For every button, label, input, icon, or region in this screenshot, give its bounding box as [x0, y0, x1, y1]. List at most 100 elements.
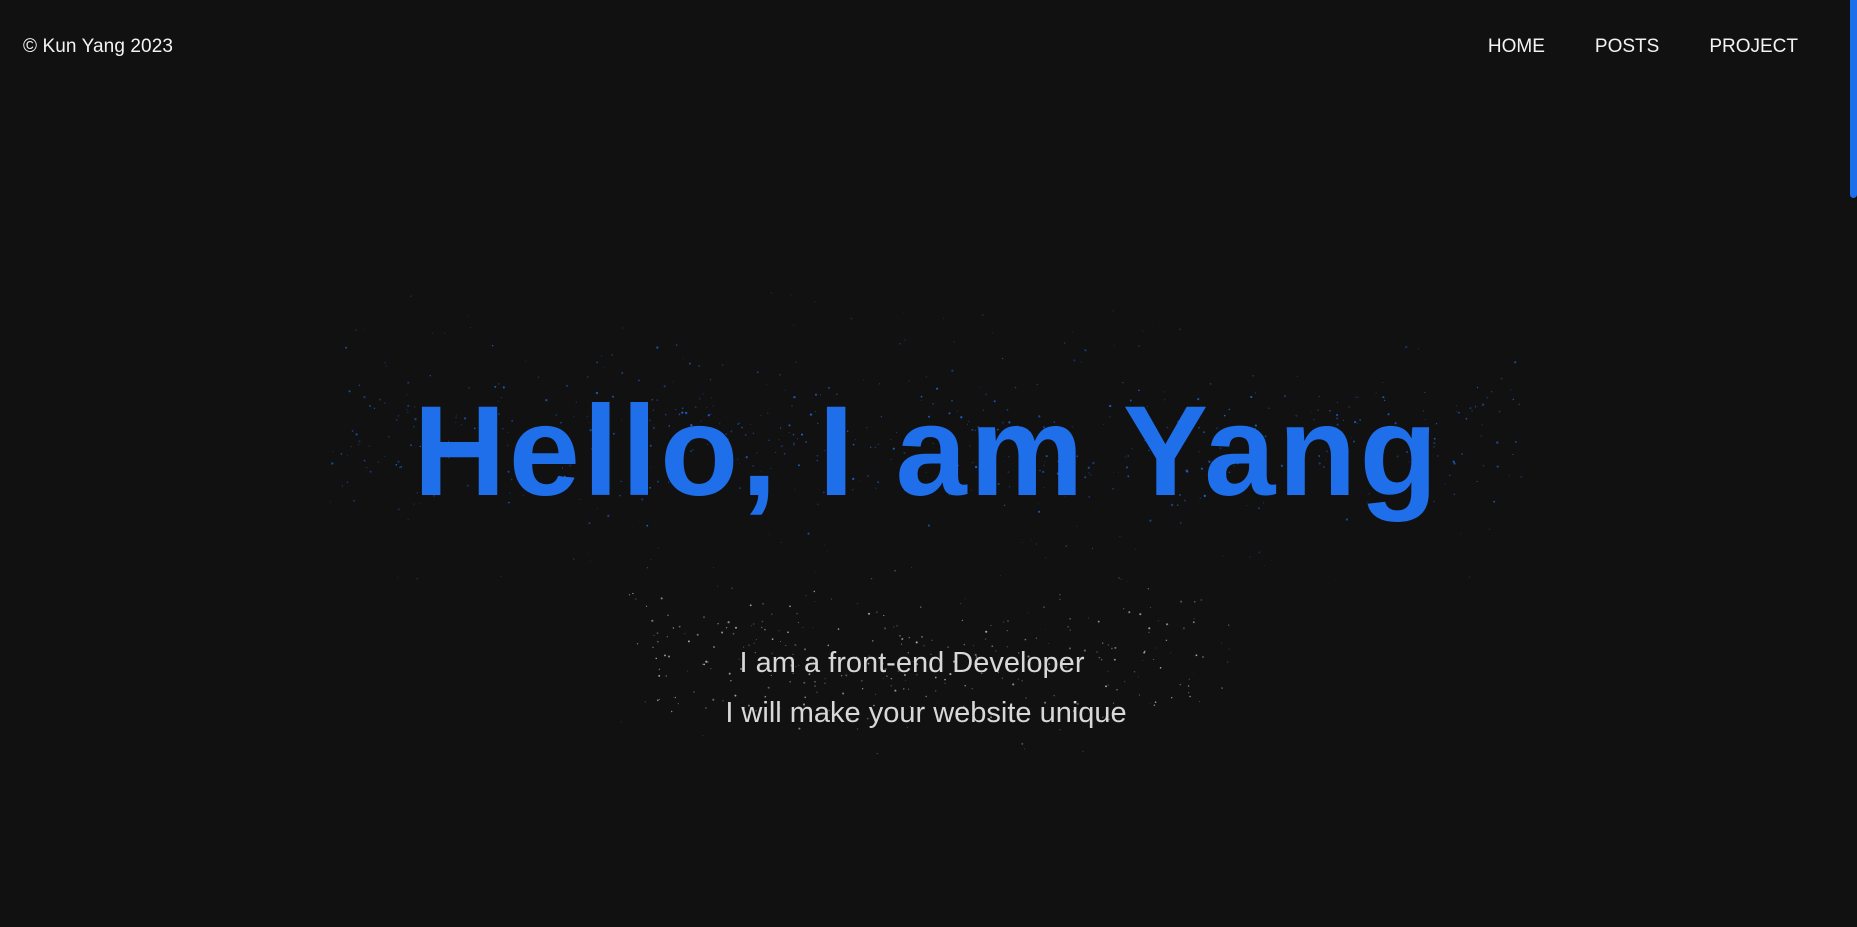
particle-dot: [796, 613, 798, 615]
particle-dot: [1520, 475, 1523, 478]
particle-dot: [921, 636, 923, 638]
particle-dot: [1188, 678, 1190, 680]
particle-dot: [366, 466, 368, 469]
particle-dot: [1120, 578, 1122, 580]
particle-dot: [944, 678, 946, 681]
nav-project-link[interactable]: PROJECT: [1709, 35, 1798, 59]
particle-dot: [812, 627, 814, 629]
particle-dot: [652, 646, 654, 648]
particle-dot: [900, 643, 903, 645]
particle-dot: [837, 628, 840, 630]
particle-dot: [1252, 374, 1254, 377]
particle-dot: [814, 601, 816, 602]
particle-dot: [1271, 559, 1273, 561]
particle-dot: [904, 339, 906, 342]
particle-dot: [350, 446, 352, 448]
scrollbar-thumb[interactable]: [1850, 0, 1857, 198]
particle-dot: [1151, 321, 1153, 322]
particle-dot: [684, 633, 686, 635]
particle-dot: [355, 329, 357, 331]
particle-dot: [1138, 345, 1140, 347]
particle-dot: [705, 660, 708, 663]
particle-dot: [1149, 606, 1152, 609]
particle-dot: [377, 461, 380, 463]
particle-dot: [346, 481, 349, 484]
particle-dot: [991, 331, 994, 334]
particle-dot: [407, 404, 410, 407]
particle-dot: [491, 345, 494, 347]
particle-dot: [407, 411, 409, 413]
particle-dot: [871, 640, 874, 642]
particle-dot: [748, 644, 750, 646]
particle-dot: [787, 631, 789, 634]
particle-dot: [1465, 417, 1468, 420]
particle-dot: [964, 684, 966, 687]
particle-dot: [792, 324, 795, 326]
particle-dot: [1112, 310, 1114, 312]
particle-dot: [824, 682, 826, 684]
particle-dot: [884, 627, 887, 630]
particle-dot: [1107, 670, 1109, 672]
particle-dot: [732, 632, 735, 635]
particle-dot: [981, 314, 984, 316]
nav-home-link[interactable]: HOME: [1488, 35, 1545, 59]
particle-dot: [984, 638, 987, 640]
particle-dot: [1118, 577, 1120, 579]
particle-dot: [1512, 453, 1514, 455]
particle-dot: [416, 577, 418, 580]
particle-dot: [920, 606, 922, 608]
particle-dot: [406, 409, 408, 411]
particle-dot: [876, 611, 878, 613]
particle-dot: [899, 635, 901, 637]
particle-dot: [771, 613, 773, 615]
particle-dot: [815, 571, 817, 573]
particle-dot: [1180, 600, 1183, 603]
particle-dot: [814, 685, 816, 687]
particle-dot: [399, 466, 401, 468]
particle-dot: [990, 625, 992, 627]
particle-dot: [931, 639, 933, 641]
particle-dot: [794, 643, 797, 647]
particle-dot: [1138, 694, 1140, 696]
particle-dot: [1143, 651, 1145, 654]
particle-dot: [713, 567, 715, 569]
particle-dot: [1035, 637, 1038, 639]
particle-dot: [1002, 621, 1005, 623]
site-header: © Kun Yang 2023 HOME POSTS PROJECT: [0, 0, 1857, 96]
particle-dot: [1098, 656, 1101, 659]
particle-dot: [395, 463, 398, 466]
particle-dot: [1200, 599, 1202, 601]
particle-dot: [915, 641, 918, 644]
particle-dot: [1193, 618, 1195, 620]
particle-dot: [1012, 683, 1015, 686]
particle-dot: [1476, 481, 1478, 483]
particle-dot: [677, 702, 679, 705]
particle-dot: [972, 645, 974, 647]
particle-dot: [1405, 345, 1408, 348]
particle-dot: [1072, 331, 1074, 333]
particle-dot: [368, 445, 370, 447]
particle-dot: [1514, 441, 1517, 443]
particle-dot: [911, 566, 912, 568]
particle-dot: [1080, 361, 1083, 363]
particle-dot: [1182, 627, 1185, 630]
particle-dot: [596, 361, 599, 364]
particle-dot: [814, 301, 816, 303]
particle-dot: [703, 663, 706, 666]
particle-dot: [1075, 525, 1078, 528]
particle-dot: [1155, 647, 1157, 649]
particle-dot: [696, 633, 699, 636]
particle-dot: [1496, 441, 1499, 444]
particle-dot: [525, 360, 527, 362]
particle-dot: [350, 474, 352, 476]
particle-dot: [770, 292, 773, 294]
particle-dot: [363, 395, 366, 399]
particle-dot: [856, 603, 858, 605]
particle-dot: [410, 295, 412, 297]
nav-posts-link[interactable]: POSTS: [1595, 35, 1659, 59]
particle-dot: [1092, 547, 1094, 549]
particle-dot: [1335, 579, 1337, 581]
particle-dot: [650, 559, 652, 560]
particle-dot: [710, 668, 712, 670]
particle-dot: [1107, 644, 1109, 646]
